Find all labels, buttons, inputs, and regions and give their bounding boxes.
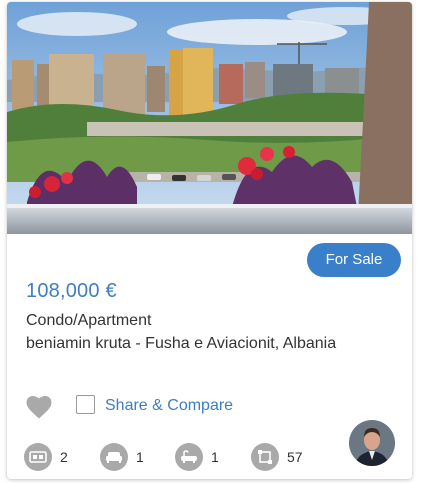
sofa-icon: [100, 443, 128, 471]
price: 108,000 €: [26, 280, 117, 302]
area-feature: 57: [251, 442, 303, 472]
property-photo[interactable]: [7, 2, 412, 234]
area-icon: [251, 443, 279, 471]
livingrooms-count: 1: [136, 449, 144, 465]
bathtub-icon: [175, 443, 203, 471]
bathrooms-feature: 1: [175, 442, 219, 472]
property-type: Condo/Apartment: [26, 312, 152, 329]
compare-checkbox[interactable]: [76, 395, 95, 414]
listing-card[interactable]: For Sale 108,000 € Condo/Apartment benia…: [7, 2, 412, 479]
livingrooms-feature: 1: [100, 442, 144, 472]
bed-icon: [24, 443, 52, 471]
agent-avatar[interactable]: [349, 420, 395, 466]
favorite-heart-icon[interactable]: [24, 392, 54, 420]
bedrooms-feature: 2: [24, 442, 68, 472]
bathrooms-count: 1: [211, 449, 219, 465]
status-badge: For Sale: [307, 243, 401, 277]
bedrooms-count: 2: [60, 449, 68, 465]
property-location: beniamin kruta - Fusha e Aviacionit, Alb…: [26, 335, 337, 352]
share-compare-link[interactable]: Share & Compare: [105, 397, 233, 415]
area-value: 57: [287, 449, 303, 465]
